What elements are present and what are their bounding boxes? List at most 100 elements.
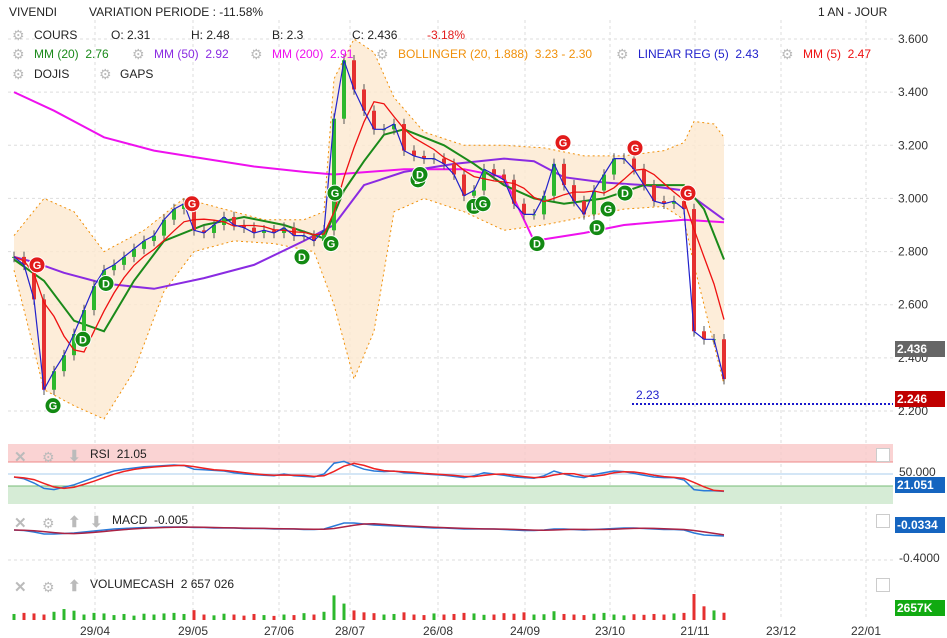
volume-move-up-icon[interactable]: ⬆ bbox=[68, 579, 81, 594]
signal-marker: G bbox=[626, 139, 644, 157]
signal-marker: G bbox=[28, 256, 46, 274]
y-tick-label: 3.200 bbox=[898, 138, 928, 152]
signal-marker: G bbox=[474, 195, 492, 213]
gaps-label: GAPS bbox=[120, 67, 154, 81]
volume-bar bbox=[312, 614, 316, 620]
mm50-gear-icon[interactable]: ⚙ bbox=[132, 47, 145, 61]
signal-marker: D bbox=[293, 248, 311, 266]
mm20-gear-icon[interactable]: ⚙ bbox=[12, 47, 25, 61]
volume-close-icon[interactable]: ✕ bbox=[14, 580, 27, 595]
volume-bar bbox=[342, 603, 346, 620]
volume-bar bbox=[62, 609, 66, 620]
volume-bar bbox=[492, 614, 496, 620]
signal-letter: D bbox=[593, 223, 601, 235]
signal-marker: G bbox=[183, 195, 201, 213]
volume-bar bbox=[92, 612, 96, 620]
low-value: B: 2.3 bbox=[272, 28, 304, 42]
y-tick-label: 3.600 bbox=[898, 32, 928, 46]
volume-bar bbox=[172, 612, 176, 620]
volume-bar bbox=[142, 613, 146, 620]
volume-bar bbox=[552, 611, 556, 620]
volume-bar bbox=[42, 614, 46, 620]
macd-checkbox[interactable] bbox=[876, 514, 890, 528]
period-selector[interactable]: 1 AN - JOUR bbox=[818, 5, 887, 19]
volume-bar bbox=[612, 614, 616, 620]
mm200-value: 2.91 bbox=[330, 47, 354, 61]
x-tick-label: 27/06 bbox=[264, 624, 294, 638]
volume-bar bbox=[662, 614, 666, 620]
mm200-gear-icon[interactable]: ⚙ bbox=[250, 47, 263, 61]
signal-letter: D bbox=[621, 188, 629, 200]
rsi-checkbox[interactable] bbox=[876, 448, 890, 462]
bollinger-band bbox=[14, 39, 724, 419]
volume-gear-icon[interactable]: ⚙ bbox=[42, 580, 55, 594]
signal-letter: G bbox=[559, 138, 568, 150]
bollinger-legend: BOLLINGER (20, 1.888) 3.23 - 2.30 bbox=[398, 47, 592, 61]
volume-bar bbox=[302, 613, 306, 620]
volume-bar bbox=[602, 612, 606, 620]
bollinger-label: BOLLINGER (20, 1.888) bbox=[398, 47, 529, 61]
macd-legend: MACD -0.005 bbox=[112, 513, 188, 527]
linreg-value: 2.43 bbox=[735, 47, 759, 61]
volume-legend: VOLUMECASH 2 657 026 bbox=[90, 577, 234, 591]
bollinger-value: 3.23 - 2.30 bbox=[534, 47, 593, 61]
period-variation: VARIATION PERIODE : -11.58% bbox=[89, 5, 264, 19]
volume-bar bbox=[712, 610, 716, 620]
mm200-legend: MM (200) 2.91 bbox=[272, 47, 353, 61]
x-tick-label: 26/08 bbox=[423, 624, 453, 638]
mm20-legend: MM (20) 2.76 bbox=[34, 47, 109, 61]
signal-marker: D bbox=[74, 330, 92, 348]
volume-bar bbox=[82, 614, 86, 620]
signal-letter: G bbox=[188, 199, 197, 211]
rsi-move-down-icon[interactable]: ⬇ bbox=[68, 449, 81, 464]
bollinger-gear-icon[interactable]: ⚙ bbox=[376, 47, 389, 61]
volume-bar bbox=[592, 613, 596, 620]
rsi-gear-icon[interactable]: ⚙ bbox=[42, 450, 55, 464]
volume-bar bbox=[132, 615, 136, 620]
macd-move-down-icon[interactable]: ⬇ bbox=[90, 515, 103, 530]
signal-letter: D bbox=[79, 334, 87, 346]
volume-bar bbox=[472, 613, 476, 620]
volume-bar bbox=[12, 613, 16, 620]
dojis-gear-icon[interactable]: ⚙ bbox=[12, 67, 25, 81]
volume-bar bbox=[22, 612, 26, 620]
volume-value: 2 657 026 bbox=[180, 577, 235, 591]
close-value: C: 2.436 bbox=[352, 28, 398, 42]
mm5-gear-icon[interactable]: ⚙ bbox=[781, 47, 794, 61]
volume-bar bbox=[322, 611, 326, 620]
volume-bar bbox=[242, 615, 246, 620]
change-percent: -3.18% bbox=[427, 28, 466, 42]
mm5-value: 2.47 bbox=[847, 47, 872, 61]
chart-canvas[interactable]: 29/04 29/05 27/06 28/07 26/08 24/09 23/10 21/11… bbox=[0, 0, 947, 638]
volume-checkbox[interactable] bbox=[876, 578, 890, 592]
x-tick-label: 28/07 bbox=[335, 624, 365, 638]
support-price-badge: 2.246 bbox=[895, 391, 945, 407]
signal-letter: D bbox=[102, 278, 110, 290]
volume-bar bbox=[222, 613, 226, 620]
signal-letter: D bbox=[298, 252, 306, 264]
macd-close-icon[interactable]: ✕ bbox=[14, 516, 27, 531]
rsi-value: 21.05 bbox=[116, 447, 147, 461]
dojis-label: DOJIS bbox=[34, 67, 70, 81]
mm5-label: MM (5) bbox=[803, 47, 841, 61]
volume-bar bbox=[282, 614, 286, 620]
rsi-close-icon[interactable]: ✕ bbox=[14, 450, 27, 465]
cours-gear-icon[interactable]: ⚙ bbox=[12, 28, 25, 42]
x-tick-label: 29/05 bbox=[178, 624, 208, 638]
mm200-label: MM (200) bbox=[272, 47, 324, 61]
linreg-gear-icon[interactable]: ⚙ bbox=[616, 47, 629, 61]
volume-bar bbox=[262, 615, 266, 620]
volume-bar bbox=[502, 613, 506, 620]
volume-bar bbox=[162, 613, 166, 620]
y-tick-label: 2.600 bbox=[898, 298, 928, 312]
y-tick-label: 2.800 bbox=[898, 245, 928, 259]
macd-gear-icon[interactable]: ⚙ bbox=[42, 516, 55, 530]
linreg-label: LINEAR REG (5) bbox=[638, 47, 729, 61]
macd-move-up-icon[interactable]: ⬆ bbox=[68, 515, 81, 530]
gaps-gear-icon[interactable]: ⚙ bbox=[99, 67, 112, 81]
volume-bar bbox=[152, 614, 156, 620]
volume-bar bbox=[702, 606, 706, 620]
y-tick-label: 3.400 bbox=[898, 85, 928, 99]
x-tick-label: 29/04 bbox=[80, 624, 110, 638]
signal-letter: G bbox=[49, 401, 58, 413]
